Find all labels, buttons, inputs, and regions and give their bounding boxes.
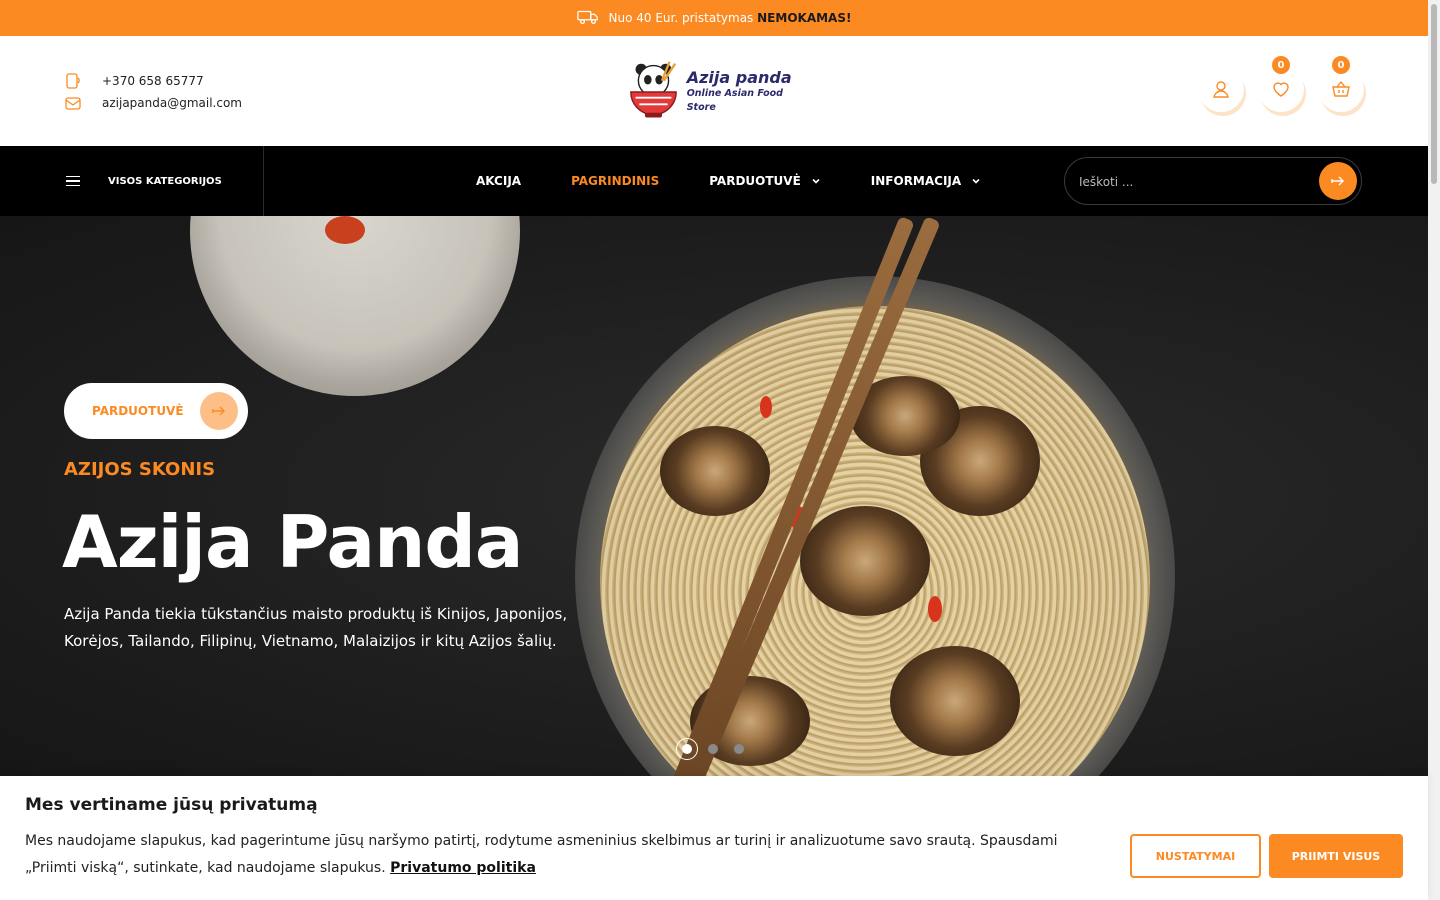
nav-item-label: AKCIJA <box>476 174 522 188</box>
hero-slider: PARDUOTUVĖ AZIJOS SKONIS Azija Panda Azi… <box>0 216 1428 776</box>
panda-logo-icon <box>630 61 677 118</box>
all-categories-button[interactable]: VISOS KATEGORIJOS <box>0 146 264 216</box>
chevron-down-icon <box>812 178 820 184</box>
heart-icon <box>1273 82 1289 97</box>
cookie-text: Mes naudojame slapukus, kad pagerintume … <box>25 828 1105 882</box>
basket-icon <box>1332 80 1350 97</box>
all-categories-label: VISOS KATEGORIJOS <box>108 175 222 187</box>
menu-icon <box>66 173 80 190</box>
search-submit-button[interactable] <box>1319 162 1357 200</box>
shop-button[interactable]: PARDUOTUVĖ <box>64 383 248 439</box>
nav-item-akcija[interactable]: AKCIJA <box>476 174 521 188</box>
promo-highlight: NEMOKAMAS! <box>757 11 852 25</box>
main-nav: VISOS KATEGORIJOS AKCIJA PAGRINDINIS PAR… <box>0 146 1428 216</box>
mushroom-image <box>800 506 930 616</box>
site-logo[interactable]: Azija panda Online Asian Food Store <box>628 56 808 128</box>
promo-text: Nuo 40 Eur. pristatymas <box>608 11 754 25</box>
logo-tagline: Online Asian Food Store <box>686 88 783 113</box>
chili-image <box>760 396 772 418</box>
accept-all-button[interactable]: PRIIMTI VISUS <box>1269 834 1403 878</box>
nav-item-label: PARDUOTUVĖ <box>709 174 801 188</box>
promo-bar: Nuo 40 Eur. pristatymas NEMOKAMAS! <box>0 0 1428 36</box>
contact-info: +370 658 65777 azijapanda@gmail.com <box>64 70 242 114</box>
phone-number[interactable]: +370 658 65777 <box>102 74 204 88</box>
cookie-body: Mes naudojame slapukus, kad pagerintume … <box>25 833 1058 876</box>
search-box <box>1064 157 1362 205</box>
chevron-down-icon <box>972 178 980 184</box>
logo-name: Azija panda <box>686 68 792 87</box>
cookie-title: Mes vertiname jūsų privatumą <box>25 795 318 815</box>
user-icon <box>1213 81 1229 98</box>
nav-item-parduotuve[interactable]: PARDUOTUVĖ <box>709 174 821 188</box>
slider-dot-1[interactable] <box>676 738 698 760</box>
slider-dot-2[interactable] <box>702 738 724 760</box>
arrow-right-icon <box>200 392 238 430</box>
nav-item-label: PAGRINDINIS <box>571 174 660 188</box>
mail-icon <box>64 94 82 112</box>
hero-subtitle: AZIJOS SKONIS <box>64 459 216 480</box>
nav-item-label: INFORMACIJA <box>870 174 962 188</box>
mushroom-image <box>890 646 1020 756</box>
scrollbar-thumb[interactable] <box>1431 4 1437 184</box>
nav-item-informacija[interactable]: INFORMACIJA <box>871 174 981 188</box>
wishlist-button[interactable]: 0 <box>1258 56 1304 112</box>
mushroom-image <box>660 426 770 516</box>
search-input[interactable] <box>1079 170 1299 194</box>
chili-image <box>928 596 942 622</box>
cart-count-badge: 0 <box>1332 56 1350 74</box>
site-header: +370 658 65777 azijapanda@gmail.com Azij… <box>0 36 1428 146</box>
hero-title: Azija Panda <box>62 500 523 584</box>
email-address[interactable]: azijapanda@gmail.com <box>102 96 242 110</box>
slider-dot-3[interactable] <box>728 738 750 760</box>
cookie-banner: Mes vertiname jūsų privatumą Mes naudoja… <box>0 776 1428 900</box>
slider-dots <box>676 738 750 760</box>
account-button[interactable] <box>1198 66 1244 112</box>
hero-plate-image <box>190 216 520 396</box>
cart-button[interactable]: 0 <box>1318 56 1364 112</box>
phone-icon <box>64 72 82 90</box>
cookie-settings-button[interactable]: NUSTATYMAI <box>1130 834 1261 878</box>
wishlist-count-badge: 0 <box>1272 56 1290 74</box>
page-scrollbar[interactable] <box>1428 0 1440 900</box>
chili-image <box>325 216 365 244</box>
arrow-right-icon <box>1331 176 1344 186</box>
nav-item-pagrindinis[interactable]: PAGRINDINIS <box>571 174 659 188</box>
truck-icon <box>576 9 599 28</box>
nav-menu: AKCIJA PAGRINDINIS PARDUOTUVĖ INFORMACIJ… <box>476 146 981 216</box>
hero-description: Azija Panda tiekia tūkstančius maisto pr… <box>64 605 568 650</box>
privacy-policy-link[interactable]: Privatumo politika <box>390 860 536 876</box>
shop-button-label: PARDUOTUVĖ <box>92 404 184 418</box>
header-actions: 0 0 <box>1198 56 1364 112</box>
